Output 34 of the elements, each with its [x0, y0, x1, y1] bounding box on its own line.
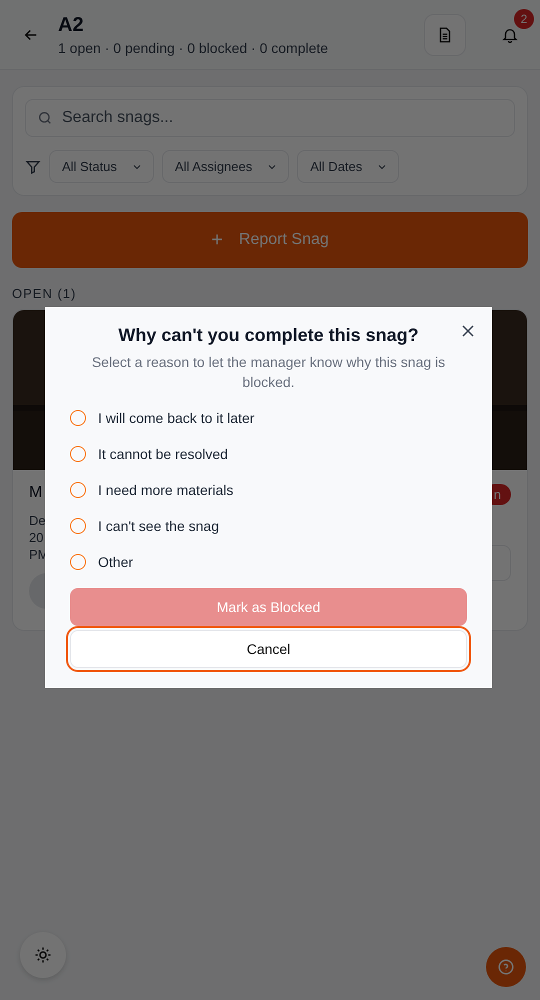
snag-title: M	[29, 484, 42, 502]
notification-badge: 2	[514, 8, 534, 28]
reason-label: I can't see the snag	[98, 518, 219, 534]
dialog-description: Select a reason to let the manager know why this snag is blocked.	[90, 353, 446, 392]
report-button[interactable]	[424, 14, 466, 56]
reason-label: I need more materials	[98, 482, 234, 498]
filter-dropdown[interactable]: All Status	[49, 150, 154, 183]
search-field[interactable]: Search snags...	[25, 99, 515, 137]
section-heading: OPEN (1)	[12, 286, 78, 301]
status-summary: 1 open · 0 pending · 0 blocked · 0 complete	[58, 40, 330, 56]
reason-label: Other	[98, 554, 134, 570]
page-title: A2	[58, 14, 85, 36]
close-icon[interactable]	[462, 325, 474, 337]
filter-icon	[25, 158, 41, 174]
help-icon	[497, 958, 515, 976]
settings-button[interactable]	[20, 932, 66, 978]
radio-button[interactable]	[70, 482, 86, 498]
gear-icon	[34, 946, 52, 964]
reason-label: It cannot be resolved	[98, 446, 228, 462]
search-icon	[37, 110, 53, 126]
filter-dropdown[interactable]: All Assignees	[162, 150, 290, 183]
reason-option[interactable]: I can't see the snag	[70, 516, 467, 536]
radio-button[interactable]	[70, 410, 86, 426]
radio-button[interactable]	[70, 518, 86, 534]
reason-option[interactable]: It cannot be resolved	[70, 444, 467, 464]
dialog-title: Why can't you complete this snag?	[117, 325, 420, 346]
reason-option[interactable]: I need more materials	[70, 480, 467, 500]
help-button[interactable]	[486, 947, 526, 987]
reason-option[interactable]: I will come back to it later	[70, 408, 467, 428]
radio-button[interactable]	[70, 446, 86, 462]
filter-dropdown[interactable]: All Dates	[297, 150, 400, 183]
radio-button[interactable]	[70, 554, 86, 570]
reason-label: I will come back to it later	[98, 410, 254, 426]
reason-option[interactable]: Other	[70, 552, 467, 572]
